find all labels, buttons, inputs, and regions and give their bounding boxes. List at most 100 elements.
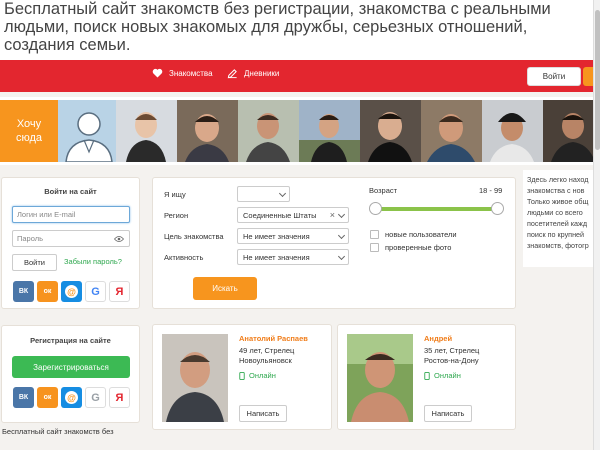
search-panel: Я ищу Регион Соединенные Штаты × Цель зн…	[152, 177, 516, 309]
profile-card[interactable]: Андрей 35 лет, Стрелец Ростов-на-Дону Он…	[337, 324, 516, 430]
gallery-photo[interactable]	[482, 100, 543, 162]
scrollbar-thumb[interactable]	[595, 10, 600, 150]
footer-text: Бесплатный сайт знакомств без	[2, 427, 114, 436]
search-button[interactable]: Искать	[193, 277, 257, 300]
gallery-photo[interactable]	[543, 100, 593, 162]
gallery-photo-image	[421, 100, 482, 162]
profile-age-sign: 35 лет, Стрелец	[424, 346, 480, 355]
yandex-register-button[interactable]: Я	[109, 387, 130, 408]
age-slider-min-handle[interactable]	[369, 202, 382, 215]
nav-dating-label: Знакомства	[169, 68, 213, 78]
vk-login-button[interactable]: ВК	[13, 281, 34, 302]
yandex-login-button[interactable]: Я	[109, 281, 130, 302]
age-slider-max-handle[interactable]	[491, 202, 504, 215]
online-status-label: Онлайн	[434, 371, 461, 380]
headline-line-1: Бесплатный сайт знакомств без регистраци…	[4, 0, 551, 18]
goal-value: Не имеет значения	[243, 231, 310, 241]
looking-for-label: Я ищу	[164, 190, 186, 199]
mail-icon: @	[65, 285, 78, 298]
password-input[interactable]: Пароль	[12, 230, 130, 247]
login-input-placeholder: Логин или E-mail	[17, 210, 76, 219]
write-message-button[interactable]: Написать	[424, 405, 472, 422]
headline-line-3: создания семьи.	[4, 36, 131, 54]
phone-icon	[239, 371, 245, 380]
ok-icon: ок	[43, 394, 52, 401]
gallery-photo-image	[177, 100, 238, 162]
gallery-photo-placeholder[interactable]	[58, 100, 119, 162]
mail-register-button[interactable]: @	[61, 387, 82, 408]
chevron-down-icon	[278, 189, 287, 198]
heart-icon	[152, 68, 163, 78]
login-title: Войти на сайт	[44, 187, 97, 196]
chevron-down-icon	[337, 210, 346, 219]
header-login-button[interactable]: Войти	[527, 67, 581, 86]
phone-icon	[424, 371, 430, 380]
gallery-photo[interactable]	[360, 100, 421, 162]
looking-for-select[interactable]	[237, 186, 290, 202]
nav-diaries[interactable]: Дневники	[227, 68, 279, 79]
new-users-checkbox[interactable]	[370, 230, 379, 239]
google-icon: G	[91, 391, 100, 404]
gallery-photo[interactable]	[238, 100, 299, 162]
mail-icon: @	[65, 391, 78, 404]
verified-photo-label: проверенные фото	[385, 243, 452, 252]
region-value: Соединенные Штаты	[243, 210, 317, 220]
vk-register-button[interactable]: ВК	[13, 387, 34, 408]
vk-icon: ВК	[18, 288, 29, 295]
eye-icon[interactable]	[114, 235, 124, 243]
gallery-photo[interactable]	[299, 100, 360, 162]
gallery-photo[interactable]	[177, 100, 238, 162]
activity-value: Не имеет значения	[243, 252, 310, 262]
gallery-photo[interactable]	[421, 100, 482, 162]
ok-register-button[interactable]: ок	[37, 387, 58, 408]
description-line: Здесь легко наход	[527, 175, 589, 184]
description-line: Только живое общ	[527, 197, 589, 206]
mail-login-button[interactable]: @	[61, 281, 82, 302]
chevron-down-icon	[337, 252, 346, 261]
profile-photo-image	[162, 334, 228, 422]
description-line: знакомства с нов	[527, 186, 585, 195]
gallery-photo-image	[116, 100, 177, 162]
verified-photo-checkbox[interactable]	[370, 243, 379, 252]
goal-label: Цель знакомства	[164, 232, 224, 241]
gallery-photo[interactable]	[116, 100, 177, 162]
region-select[interactable]: Соединенные Штаты ×	[237, 207, 349, 223]
clear-icon[interactable]: ×	[330, 210, 335, 220]
want-here-button[interactable]: Хочу сюда	[0, 100, 58, 162]
google-register-button[interactable]: G	[85, 387, 106, 408]
activity-select[interactable]: Не имеет значения	[237, 249, 349, 265]
avatar-placeholder-icon	[58, 100, 119, 162]
profile-photo[interactable]	[347, 334, 413, 422]
register-button[interactable]: Зарегистрироваться	[12, 356, 130, 378]
login-submit-button[interactable]: Войти	[12, 254, 57, 271]
activity-label: Активность	[164, 253, 204, 262]
description-line: посетителей кажд	[527, 219, 588, 228]
pencil-icon	[227, 69, 237, 79]
profile-name[interactable]: Андрей	[424, 334, 452, 343]
google-login-button[interactable]: G	[85, 281, 106, 302]
register-title: Регистрация на сайте	[30, 336, 111, 345]
age-slider-track[interactable]	[375, 207, 499, 211]
headline-line-2: людьми, поиск новых знакомых для дружбы,…	[4, 18, 528, 36]
profile-card[interactable]: Анатолий Распаев 49 лет, Стрелец Новоуль…	[152, 324, 332, 430]
vk-icon: ВК	[18, 394, 29, 401]
page-scrollbar[interactable]	[593, 0, 600, 450]
new-users-label: новые пользователи	[385, 230, 457, 239]
ok-icon: ок	[43, 288, 52, 295]
ok-login-button[interactable]: ок	[37, 281, 58, 302]
profile-name[interactable]: Анатолий Распаев	[239, 334, 308, 343]
write-message-button[interactable]: Написать	[239, 405, 287, 422]
age-range: 18 - 99	[479, 186, 503, 195]
yandex-icon: Я	[115, 285, 124, 298]
goal-select[interactable]: Не имеет значения	[237, 228, 349, 244]
profile-photo-image	[347, 334, 413, 422]
profile-photo[interactable]	[162, 334, 228, 422]
online-status-label: Онлайн	[249, 371, 276, 380]
site-description: Здесь легко наход знакомства с нов Тольк…	[523, 170, 600, 267]
site-headline: Бесплатный сайт знакомств без регистраци…	[0, 0, 600, 60]
gallery-photo-image	[299, 100, 360, 162]
nav-dating[interactable]: Знакомства	[152, 68, 213, 78]
chevron-down-icon	[337, 231, 346, 240]
login-input[interactable]: Логин или E-mail	[12, 206, 130, 223]
forgot-password-link[interactable]: Забыли пароль?	[64, 257, 122, 266]
